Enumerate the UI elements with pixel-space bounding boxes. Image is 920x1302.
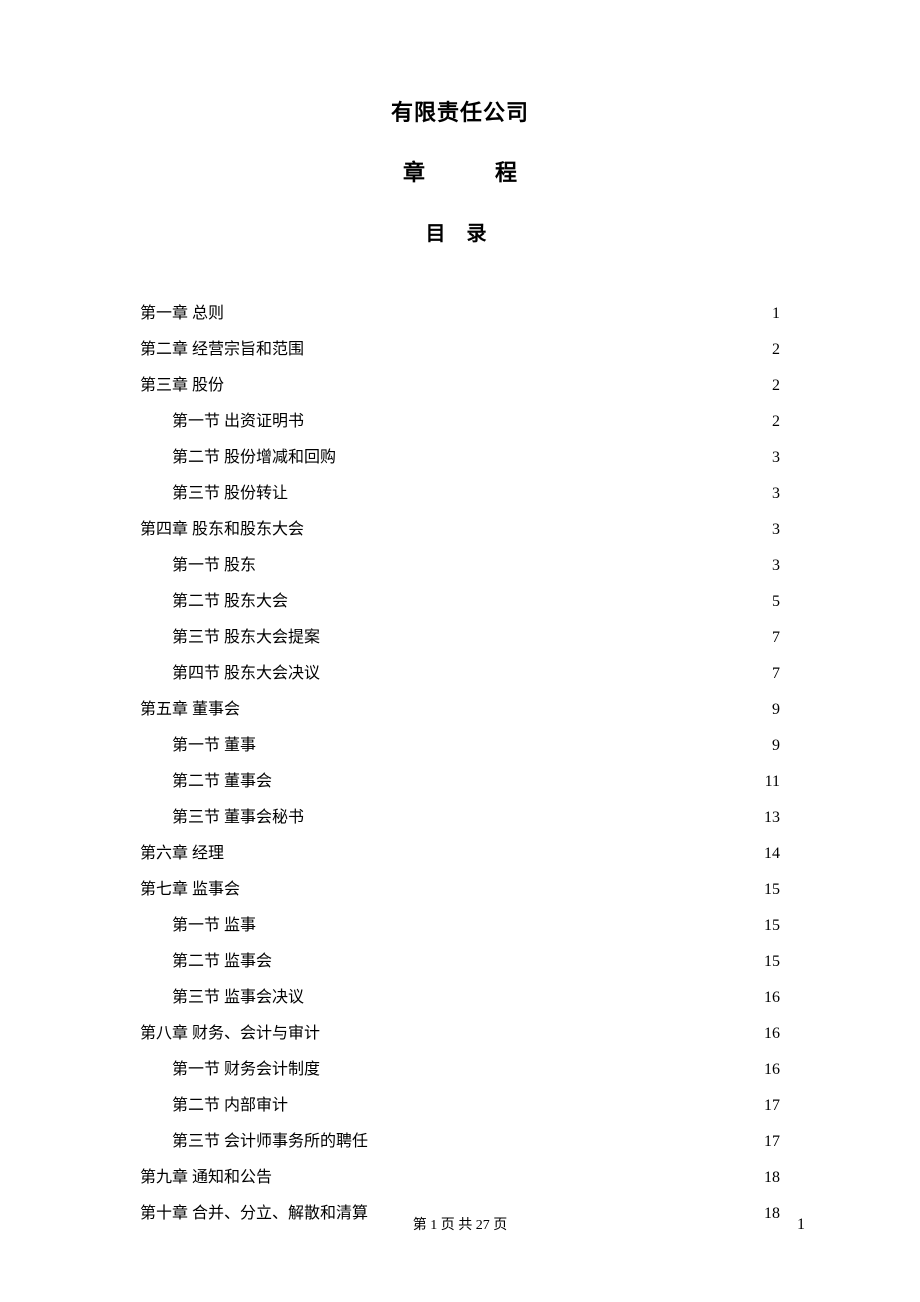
- toc-entry: 第一节 财务会计制度 16: [140, 1062, 780, 1078]
- toc-entry-label: 第三章 股份: [140, 378, 224, 394]
- toc-entry-page: 2: [760, 342, 780, 358]
- toc-entry-page: 7: [760, 666, 780, 682]
- toc-entry: 第二章 经营宗旨和范围 2: [140, 342, 780, 358]
- toc-entry-page: 15: [760, 882, 780, 898]
- toc-entry-page: 18: [760, 1170, 780, 1186]
- toc-entry: 第三章 股份 2: [140, 378, 780, 394]
- toc-entry-label: 第五章 董事会: [140, 702, 240, 718]
- toc-entry: 第二节 股份增减和回购 3: [140, 450, 780, 466]
- toc-entry: 第一章 总则 1: [140, 306, 780, 322]
- toc-entry-page: 3: [760, 522, 780, 538]
- toc-entry-label: 第三节 监事会决议: [172, 990, 304, 1006]
- toc-entry-page: 7: [760, 630, 780, 646]
- toc-entry-page: 16: [760, 1026, 780, 1042]
- toc-entry: 第二节 内部审计 17: [140, 1098, 780, 1114]
- toc-entry: 第二节 监事会 15: [140, 954, 780, 970]
- toc-entry-label: 第一节 监事: [172, 918, 256, 934]
- toc-entry-label: 第三节 股份转让: [172, 486, 288, 502]
- toc-entry-label: 第二章 经营宗旨和范围: [140, 342, 304, 358]
- toc-entry: 第六章 经理 14: [140, 846, 780, 862]
- toc-entry: 第八章 财务、会计与审计 16: [140, 1026, 780, 1042]
- toc-entry-label: 第二节 监事会: [172, 954, 272, 970]
- toc-entry: 第三节 监事会决议 16: [140, 990, 780, 1006]
- toc-entry-label: 第一节 出资证明书: [172, 414, 304, 430]
- toc-entry-label: 第二节 内部审计: [172, 1098, 288, 1114]
- title-char-1: 章: [403, 160, 425, 185]
- toc-entry-label: 第一节 股东: [172, 558, 256, 574]
- toc-entry-page: 11: [760, 774, 780, 790]
- toc-entry-label: 第一节 董事: [172, 738, 256, 754]
- toc-entry-page: 17: [760, 1134, 780, 1150]
- toc-entry-page: 16: [760, 1062, 780, 1078]
- toc-entry-label: 第二节 董事会: [172, 774, 272, 790]
- toc-entry-label: 第七章 监事会: [140, 882, 240, 898]
- toc-entry-label: 第三节 会计师事务所的聘任: [172, 1134, 368, 1150]
- document-page: 有限责任公司 章程 目 录 第一章 总则1第二章 经营宗旨和范围2第三章 股份2…: [0, 0, 920, 1302]
- toc-entry-label: 第二节 股东大会: [172, 594, 288, 610]
- toc-entry: 第三节 董事会秘书 13: [140, 810, 780, 826]
- document-title: 章程: [110, 155, 810, 187]
- toc-entry: 第一节 董事 9: [140, 738, 780, 754]
- toc-entry: 第一节 股东 3: [140, 558, 780, 574]
- toc-entry-label: 第一章 总则: [140, 306, 224, 322]
- toc-entry-label: 第六章 经理: [140, 846, 224, 862]
- toc-entry-page: 5: [760, 594, 780, 610]
- toc-entry: 第三节 会计师事务所的聘任 17: [140, 1134, 780, 1150]
- toc-entry-label: 第八章 财务、会计与审计: [140, 1026, 320, 1042]
- toc-entry-page: 2: [760, 414, 780, 430]
- toc-entry-label: 第四章 股东和股东大会: [140, 522, 304, 538]
- toc-entry-page: 3: [760, 558, 780, 574]
- toc-entry-page: 14: [760, 846, 780, 862]
- toc-entry: 第一节 出资证明书 2: [140, 414, 780, 430]
- toc-entry-page: 1: [760, 306, 780, 322]
- toc-entry-page: 9: [760, 702, 780, 718]
- toc-entry-page: 15: [760, 918, 780, 934]
- toc-entry-label: 第一节 财务会计制度: [172, 1062, 320, 1078]
- page-footer-right: 1: [797, 1216, 805, 1234]
- toc-heading: 目 录: [110, 217, 810, 246]
- toc-entry-label: 第四节 股东大会决议: [172, 666, 320, 682]
- toc-entry-page: 13: [760, 810, 780, 826]
- toc-entry-page: 16: [760, 990, 780, 1006]
- toc-entry: 第四节 股东大会决议 7: [140, 666, 780, 682]
- toc-entry: 第二节 董事会 11: [140, 774, 780, 790]
- toc-entry: 第五章 董事会 9: [140, 702, 780, 718]
- toc-entry: 第九章 通知和公告 18: [140, 1170, 780, 1186]
- toc-entry-label: 第三节 股东大会提案: [172, 630, 320, 646]
- toc-entry-label: 第九章 通知和公告: [140, 1170, 272, 1186]
- toc-entry-page: 3: [760, 450, 780, 466]
- company-type-title: 有限责任公司: [110, 95, 810, 127]
- toc-entry-page: 15: [760, 954, 780, 970]
- toc-entry: 第三节 股东大会提案 7: [140, 630, 780, 646]
- page-footer-center: 第 1 页 共 27 页: [0, 1214, 920, 1234]
- toc-entry-page: 9: [760, 738, 780, 754]
- toc-entry-page: 3: [760, 486, 780, 502]
- table-of-contents: 第一章 总则 1 第二章 经营宗旨和范围 2 第三章 股份 2 第一节 出资证明书 2 第二节 …: [110, 306, 810, 1222]
- toc-entry: 第一节 监事 15: [140, 918, 780, 934]
- toc-entry: 第二节 股东大会 5: [140, 594, 780, 610]
- toc-entry: 第三节 股份转让 3: [140, 486, 780, 502]
- toc-entry: 第四章 股东和股东大会 3: [140, 522, 780, 538]
- toc-entry: 第七章 监事会 15: [140, 882, 780, 898]
- toc-entry-label: 第三节 董事会秘书: [172, 810, 304, 826]
- title-block: 有限责任公司 章程 目 录: [110, 95, 810, 246]
- title-char-2: 程: [495, 160, 517, 185]
- toc-entry-page: 17: [760, 1098, 780, 1114]
- toc-entry-page: 2: [760, 378, 780, 394]
- toc-entry-label: 第二节 股份增减和回购: [172, 450, 336, 466]
